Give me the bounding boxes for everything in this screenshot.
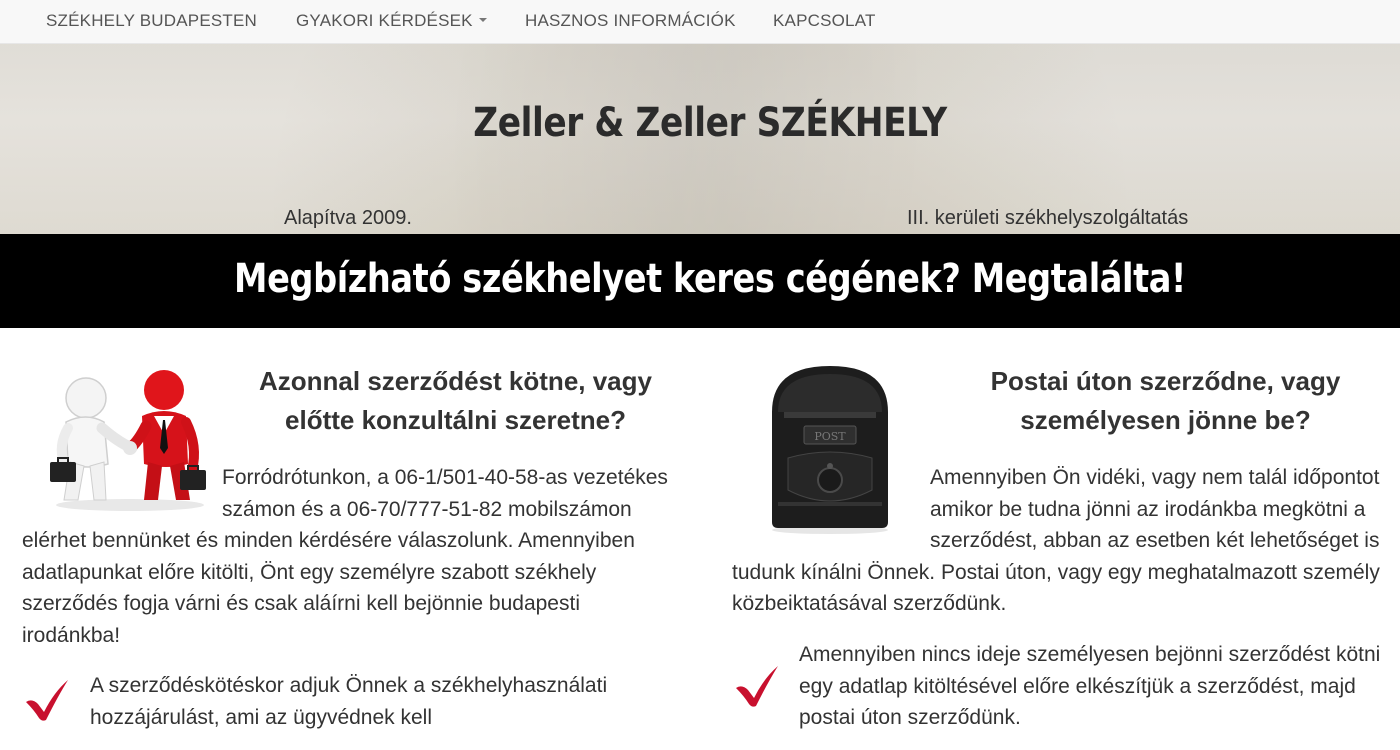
caret-down-icon [478, 17, 487, 22]
right-paragraph-wrap: Amennyiben Ön vidéki, vagy nem talál idő… [732, 462, 1392, 620]
banner-headline: Megbízható székhelyet keres cégének? Meg… [234, 256, 1186, 302]
nav-item-szekhely[interactable]: SZÉKHELY BUDAPESTEN [46, 0, 257, 44]
checkmark-icon [736, 666, 778, 707]
left-heading: Azonnal szerződést kötne, vagy előtte ko… [259, 366, 652, 435]
mailbox-post-label: POST [814, 430, 846, 443]
site-title: Zeller & Zeller SZÉKHELY [473, 100, 947, 146]
district-text: III. kerületi székhelyszolgáltatás [907, 207, 1189, 229]
top-navbar: SZÉKHELY BUDAPESTEN GYAKORI KÉRDÉSEK HAS… [0, 0, 1400, 44]
image-wrap-spacer [732, 462, 930, 556]
left-paragraph-wrap: Forródrótunkon, a 06-1/501-40-58-as veze… [22, 462, 682, 651]
headline-banner: Megbízható székhelyet keres cégének? Meg… [0, 234, 1400, 328]
checkmark-icon [26, 680, 68, 721]
nav-item-gyakori-kerdesek[interactable]: GYAKORI KÉRDÉSEK [296, 0, 487, 44]
nav-item-label: GYAKORI KÉRDÉSEK [296, 11, 473, 30]
hero-header: Zeller & Zeller SZÉKHELY Alapítva 2009. … [0, 44, 1400, 234]
image-wrap-spacer [22, 462, 222, 524]
left-check-text: A szerződéskötéskor adjuk Önnek a székhe… [90, 674, 608, 729]
nav-item-hasznos-informaciok[interactable]: HASZNOS INFORMÁCIÓK [525, 0, 736, 44]
founded-text: Alapítva 2009. [284, 207, 412, 229]
nav-item-kapcsolat[interactable]: KAPCSOLAT [773, 0, 876, 44]
right-check-text: Amennyiben nincs ideje személyesen bejön… [799, 643, 1381, 729]
right-heading: Postai úton szerződne, vagy személyesen … [990, 366, 1341, 435]
